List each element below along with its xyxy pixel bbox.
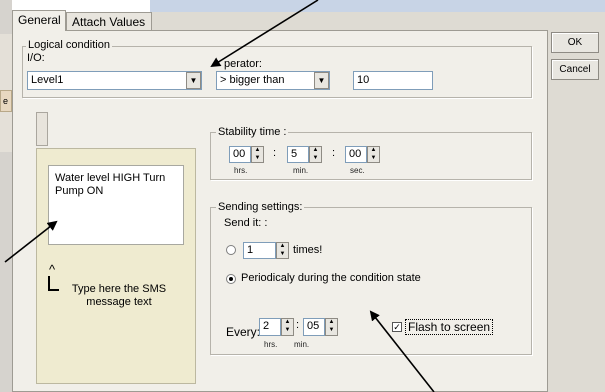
annotation-arrow-icon	[210, 0, 319, 68]
annotation-arrow-icon	[369, 310, 435, 392]
annotation-arrow-icon	[4, 220, 58, 263]
annotation-arrows	[4, 0, 435, 392]
tab-general[interactable]: General	[12, 10, 66, 31]
